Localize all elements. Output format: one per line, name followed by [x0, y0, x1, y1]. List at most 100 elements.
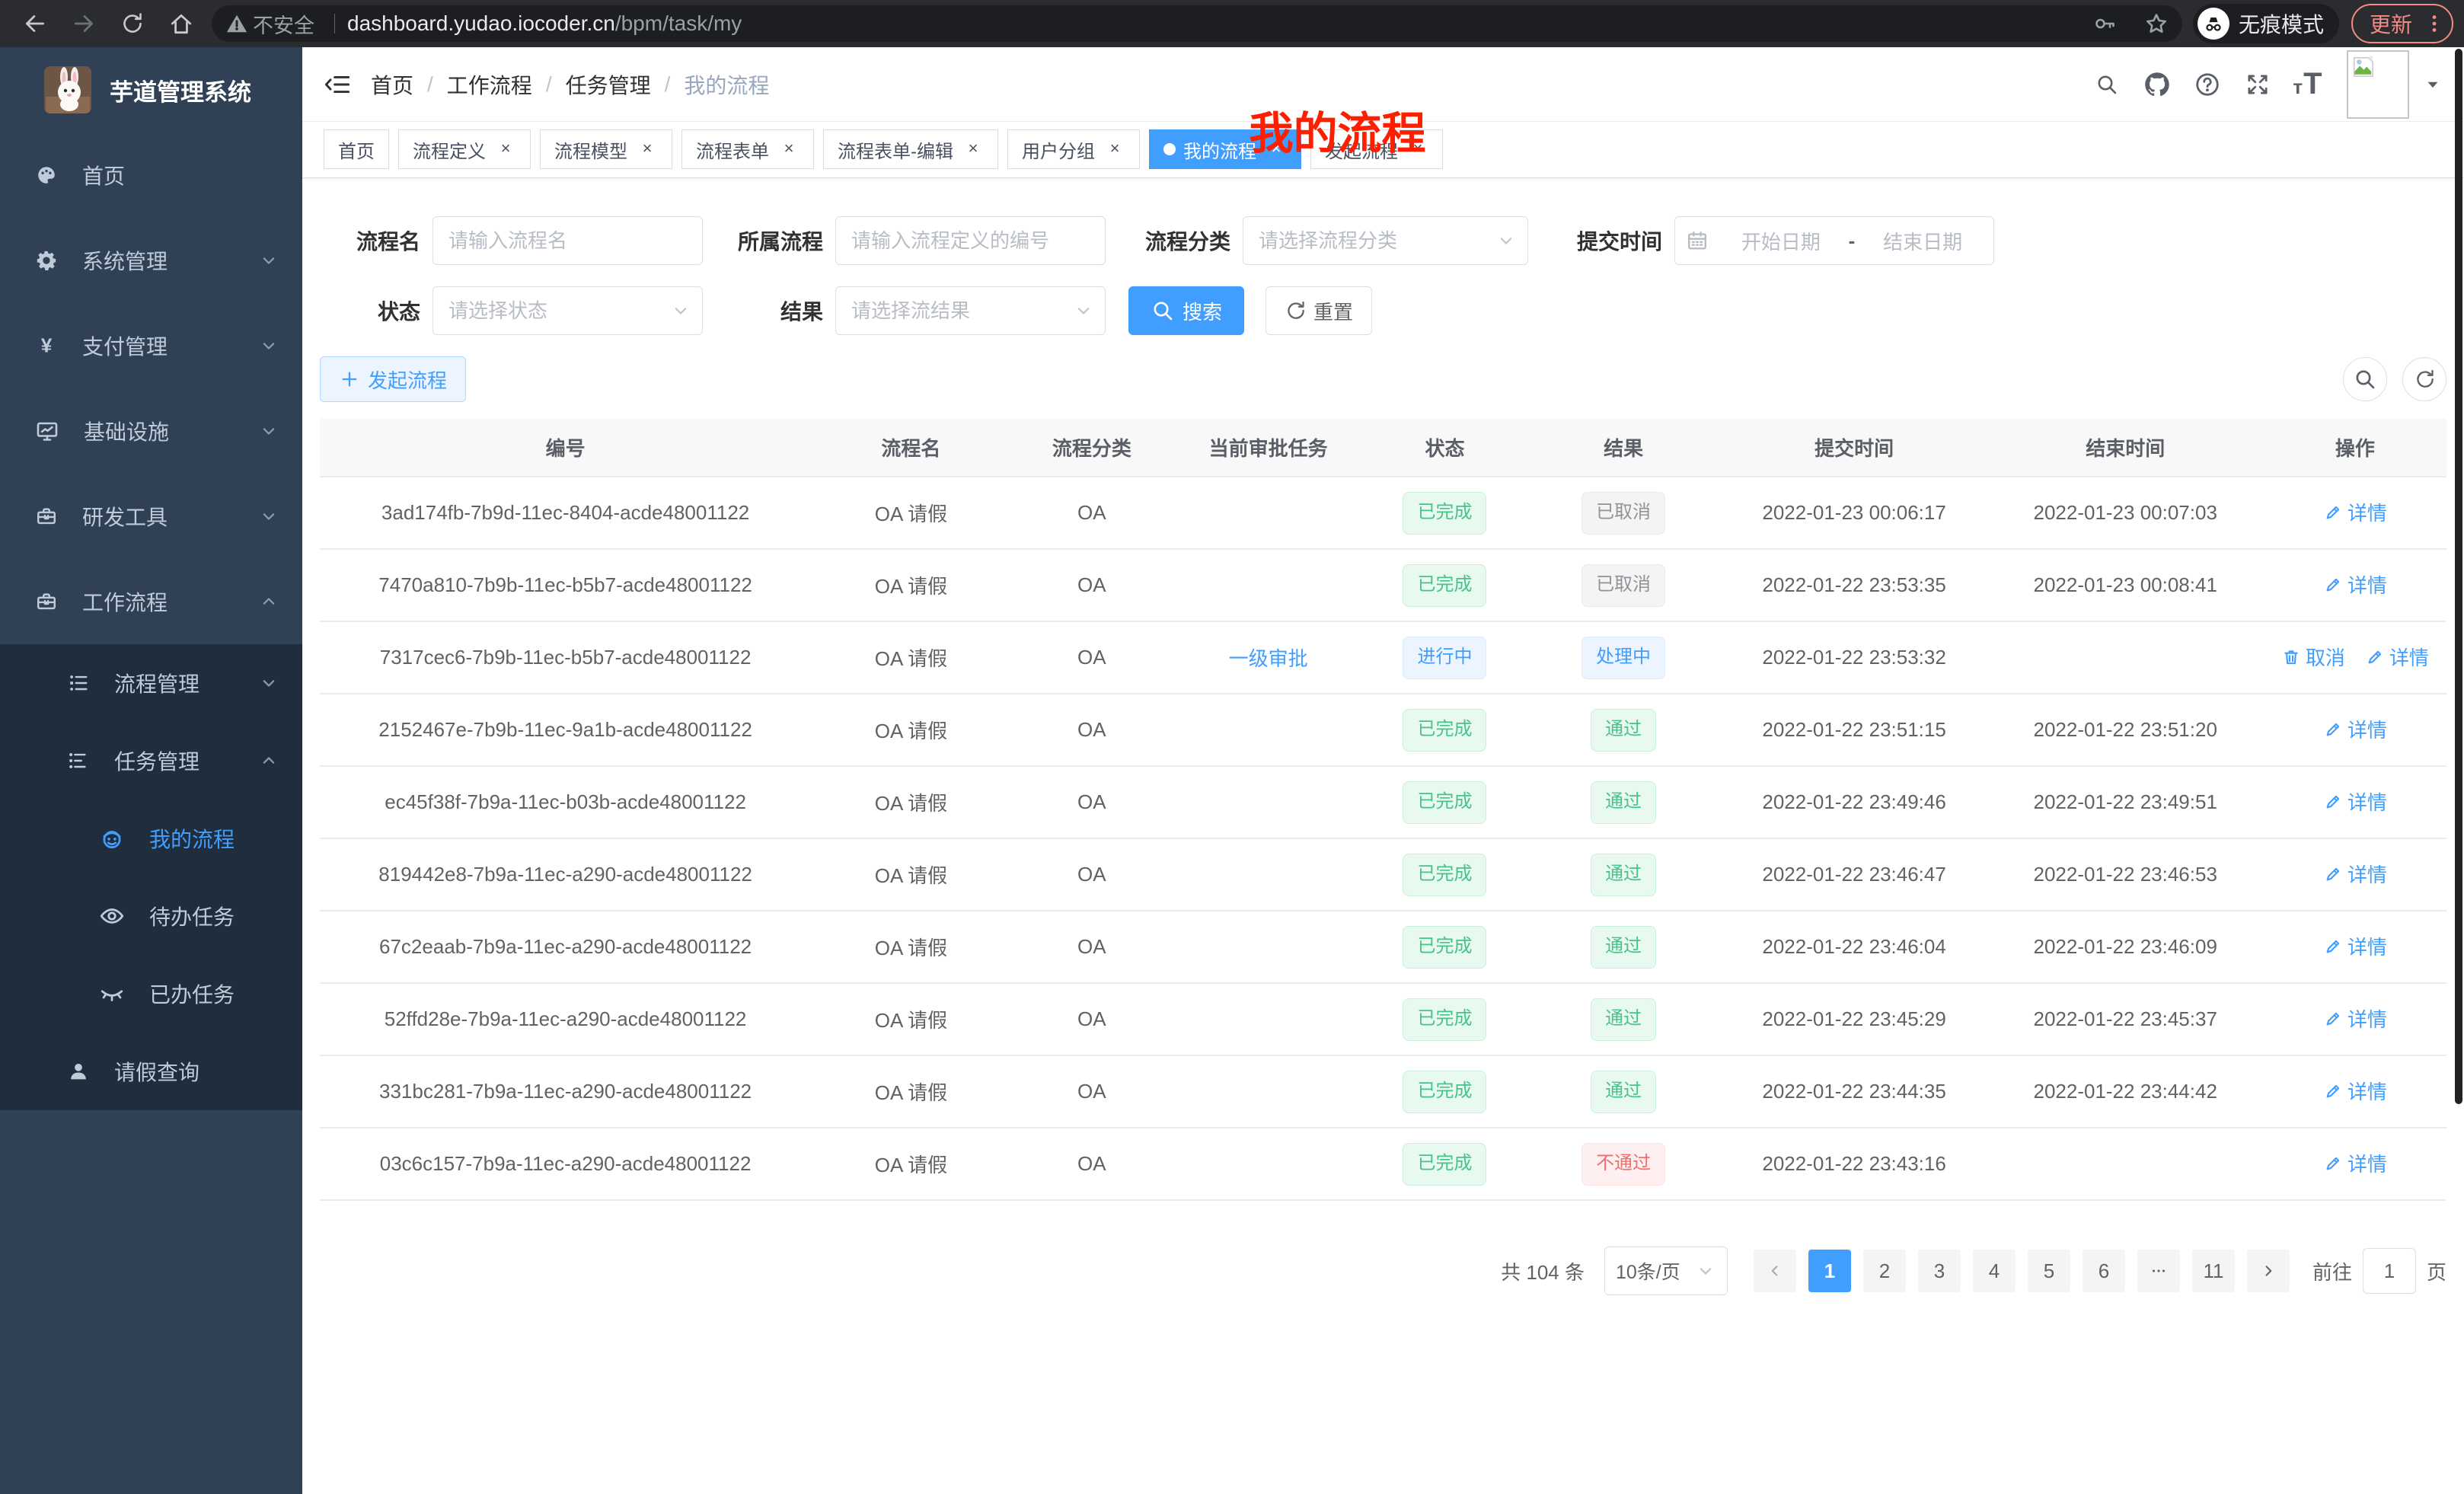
- search-button[interactable]: 搜索: [1128, 286, 1244, 335]
- sidebar-item-工作流程[interactable]: 工作流程: [0, 559, 302, 644]
- calendar-icon: [1686, 229, 1709, 252]
- tab-首页[interactable]: 首页: [324, 129, 389, 169]
- sidebar-item-已办任务[interactable]: 已办任务: [0, 955, 302, 1033]
- fullscreen-button[interactable]: [2233, 59, 2283, 110]
- goto-page-input[interactable]: [2363, 1248, 2416, 1294]
- detail-action-link[interactable]: 详情: [2323, 570, 2387, 599]
- tab-流程表单[interactable]: 流程表单×: [681, 129, 814, 169]
- reset-button[interactable]: 重置: [1266, 286, 1372, 335]
- sidebar-item-label: 已办任务: [149, 978, 235, 1009]
- next-page-button[interactable]: [2247, 1250, 2290, 1292]
- breadcrumb-item-首页[interactable]: 首页: [371, 69, 413, 100]
- category-select[interactable]: [1243, 229, 1527, 253]
- detail-action-link[interactable]: 详情: [2323, 715, 2387, 743]
- page-button-3[interactable]: 3: [1918, 1250, 1961, 1292]
- table-row[interactable]: 2152467e-7b9b-11ec-9a1b-acde48001122OA 请…: [320, 694, 2446, 766]
- sidebar-collapse-button[interactable]: [324, 71, 351, 98]
- start-date-placeholder[interactable]: 开始日期: [1721, 227, 1841, 255]
- sidebar-item-我的流程[interactable]: 我的流程: [0, 800, 302, 877]
- tab-close-icon[interactable]: ×: [1104, 139, 1125, 160]
- result-badge: 已取消: [1581, 564, 1665, 607]
- detail-action-link[interactable]: 详情: [2323, 1004, 2387, 1033]
- column-header-结束时间: 结束时间: [1987, 419, 2264, 477]
- breadcrumb-item-任务管理[interactable]: 任务管理: [566, 69, 651, 100]
- avatar[interactable]: [2347, 50, 2409, 119]
- font-size-button[interactable]: тT: [2283, 59, 2333, 110]
- tab-close-icon[interactable]: ×: [962, 139, 984, 160]
- browser-home-button[interactable]: [157, 5, 206, 42]
- table-row[interactable]: 03c6c157-7b9a-11ec-a290-acde48001122OA 请…: [320, 1128, 2446, 1200]
- breadcrumb-item-工作流程[interactable]: 工作流程: [447, 69, 532, 100]
- tab-close-icon[interactable]: ×: [637, 139, 658, 160]
- end-date-placeholder[interactable]: 结束日期: [1862, 227, 1983, 255]
- browser-update-button[interactable]: 更新: [2351, 4, 2453, 43]
- table-row[interactable]: 331bc281-7b9a-11ec-a290-acde48001122OA 请…: [320, 1055, 2446, 1128]
- process-name-input[interactable]: [433, 229, 702, 253]
- prev-page-button[interactable]: [1754, 1250, 1796, 1292]
- bookmark-star-icon[interactable]: [2144, 11, 2169, 36]
- pen-icon: [2323, 1009, 2343, 1029]
- detail-action-link[interactable]: 详情: [2323, 1149, 2387, 1177]
- refresh-table-button[interactable]: [2402, 357, 2446, 401]
- detail-action-link[interactable]: 详情: [2323, 1077, 2387, 1105]
- table-row[interactable]: 67c2eaab-7b9a-11ec-a290-acde48001122OA 请…: [320, 911, 2446, 983]
- detail-action-link[interactable]: 详情: [2323, 932, 2387, 960]
- browser-scrollbar-thumb[interactable]: [2455, 49, 2462, 1104]
- detail-action-link[interactable]: 详情: [2323, 498, 2387, 526]
- more-pages-icon[interactable]: [2137, 1250, 2180, 1292]
- page-button-5[interactable]: 5: [2028, 1250, 2070, 1292]
- process-def-input[interactable]: [836, 229, 1105, 253]
- sidebar-item-待办任务[interactable]: 待办任务: [0, 877, 302, 955]
- github-link[interactable]: [2132, 59, 2182, 110]
- tab-close-icon[interactable]: ×: [495, 139, 516, 160]
- header-search-button[interactable]: [2082, 59, 2132, 110]
- cancel-action-link[interactable]: 取消: [2281, 643, 2345, 671]
- sidebar-item-请假查询[interactable]: 请假查询: [0, 1033, 302, 1110]
- tab-close-icon[interactable]: ×: [778, 139, 800, 160]
- browser-forward-button[interactable]: [59, 5, 108, 42]
- toggle-search-button[interactable]: [2343, 357, 2387, 401]
- table-row[interactable]: ec45f38f-7b9a-11ec-b03b-acde48001122OA 请…: [320, 766, 2446, 838]
- result-cell: 不通过: [1526, 1128, 1722, 1200]
- current-task-link[interactable]: 一级审批: [1229, 643, 1308, 672]
- start-process-button[interactable]: 发起流程: [320, 356, 466, 402]
- page-button-1[interactable]: 1: [1808, 1250, 1851, 1292]
- sidebar-item-流程管理[interactable]: 流程管理: [0, 644, 302, 722]
- sidebar-item-首页[interactable]: 首页: [0, 132, 302, 218]
- table-row[interactable]: 52ffd28e-7b9a-11ec-a290-acde48001122OA 请…: [320, 983, 2446, 1055]
- app-logo-row[interactable]: 芋道管理系统: [0, 47, 302, 132]
- tab-流程表单-编辑[interactable]: 流程表单-编辑×: [823, 129, 998, 169]
- page-button-6[interactable]: 6: [2083, 1250, 2125, 1292]
- date-range-picker[interactable]: 开始日期 - 结束日期: [1674, 216, 1994, 265]
- sidebar-item-系统管理[interactable]: 系统管理: [0, 218, 302, 303]
- tab-用户分组[interactable]: 用户分组×: [1007, 129, 1140, 169]
- result-select[interactable]: [836, 299, 1105, 323]
- sidebar-item-任务管理[interactable]: 任务管理: [0, 722, 302, 800]
- user-menu-caret-icon[interactable]: [2423, 75, 2443, 94]
- table-row[interactable]: 7470a810-7b9b-11ec-b5b7-acde48001122OA 请…: [320, 549, 2446, 621]
- table-row[interactable]: 7317cec6-7b9b-11ec-b5b7-acde48001122OA 请…: [320, 621, 2446, 694]
- browser-back-button[interactable]: [11, 5, 59, 42]
- tab-流程模型[interactable]: 流程模型×: [540, 129, 672, 169]
- password-key-icon[interactable]: [2092, 11, 2117, 36]
- browser-reload-button[interactable]: [108, 5, 157, 42]
- sidebar-item-支付管理[interactable]: ¥支付管理: [0, 303, 302, 388]
- page-button-11[interactable]: 11: [2192, 1250, 2235, 1292]
- page-button-2[interactable]: 2: [1863, 1250, 1906, 1292]
- end-time: 2022-01-22 23:46:09: [1987, 911, 2264, 983]
- page-size-select[interactable]: [1604, 1247, 1728, 1295]
- detail-action-link[interactable]: 详情: [2323, 860, 2387, 888]
- address-bar[interactable]: 不安全 dashboard.yudao.iocoder.cn/bpm/task/…: [212, 5, 2182, 42]
- page-size-value[interactable]: [1605, 1260, 1727, 1282]
- detail-action-link[interactable]: 详情: [2365, 643, 2429, 671]
- table-row[interactable]: 3ad174fb-7b9d-11ec-8404-acde48001122OA 请…: [320, 477, 2446, 549]
- page-button-4[interactable]: 4: [1973, 1250, 2016, 1292]
- sidebar-item-研发工具[interactable]: 研发工具: [0, 474, 302, 559]
- browser-menu-dots-icon[interactable]: [2423, 12, 2446, 35]
- status-select[interactable]: [433, 299, 702, 323]
- detail-action-link[interactable]: 详情: [2323, 787, 2387, 816]
- tab-流程定义[interactable]: 流程定义×: [398, 129, 531, 169]
- sidebar-item-基础设施[interactable]: 基础设施: [0, 388, 302, 474]
- table-row[interactable]: 819442e8-7b9a-11ec-a290-acde48001122OA 请…: [320, 838, 2446, 911]
- help-button[interactable]: [2182, 59, 2233, 110]
